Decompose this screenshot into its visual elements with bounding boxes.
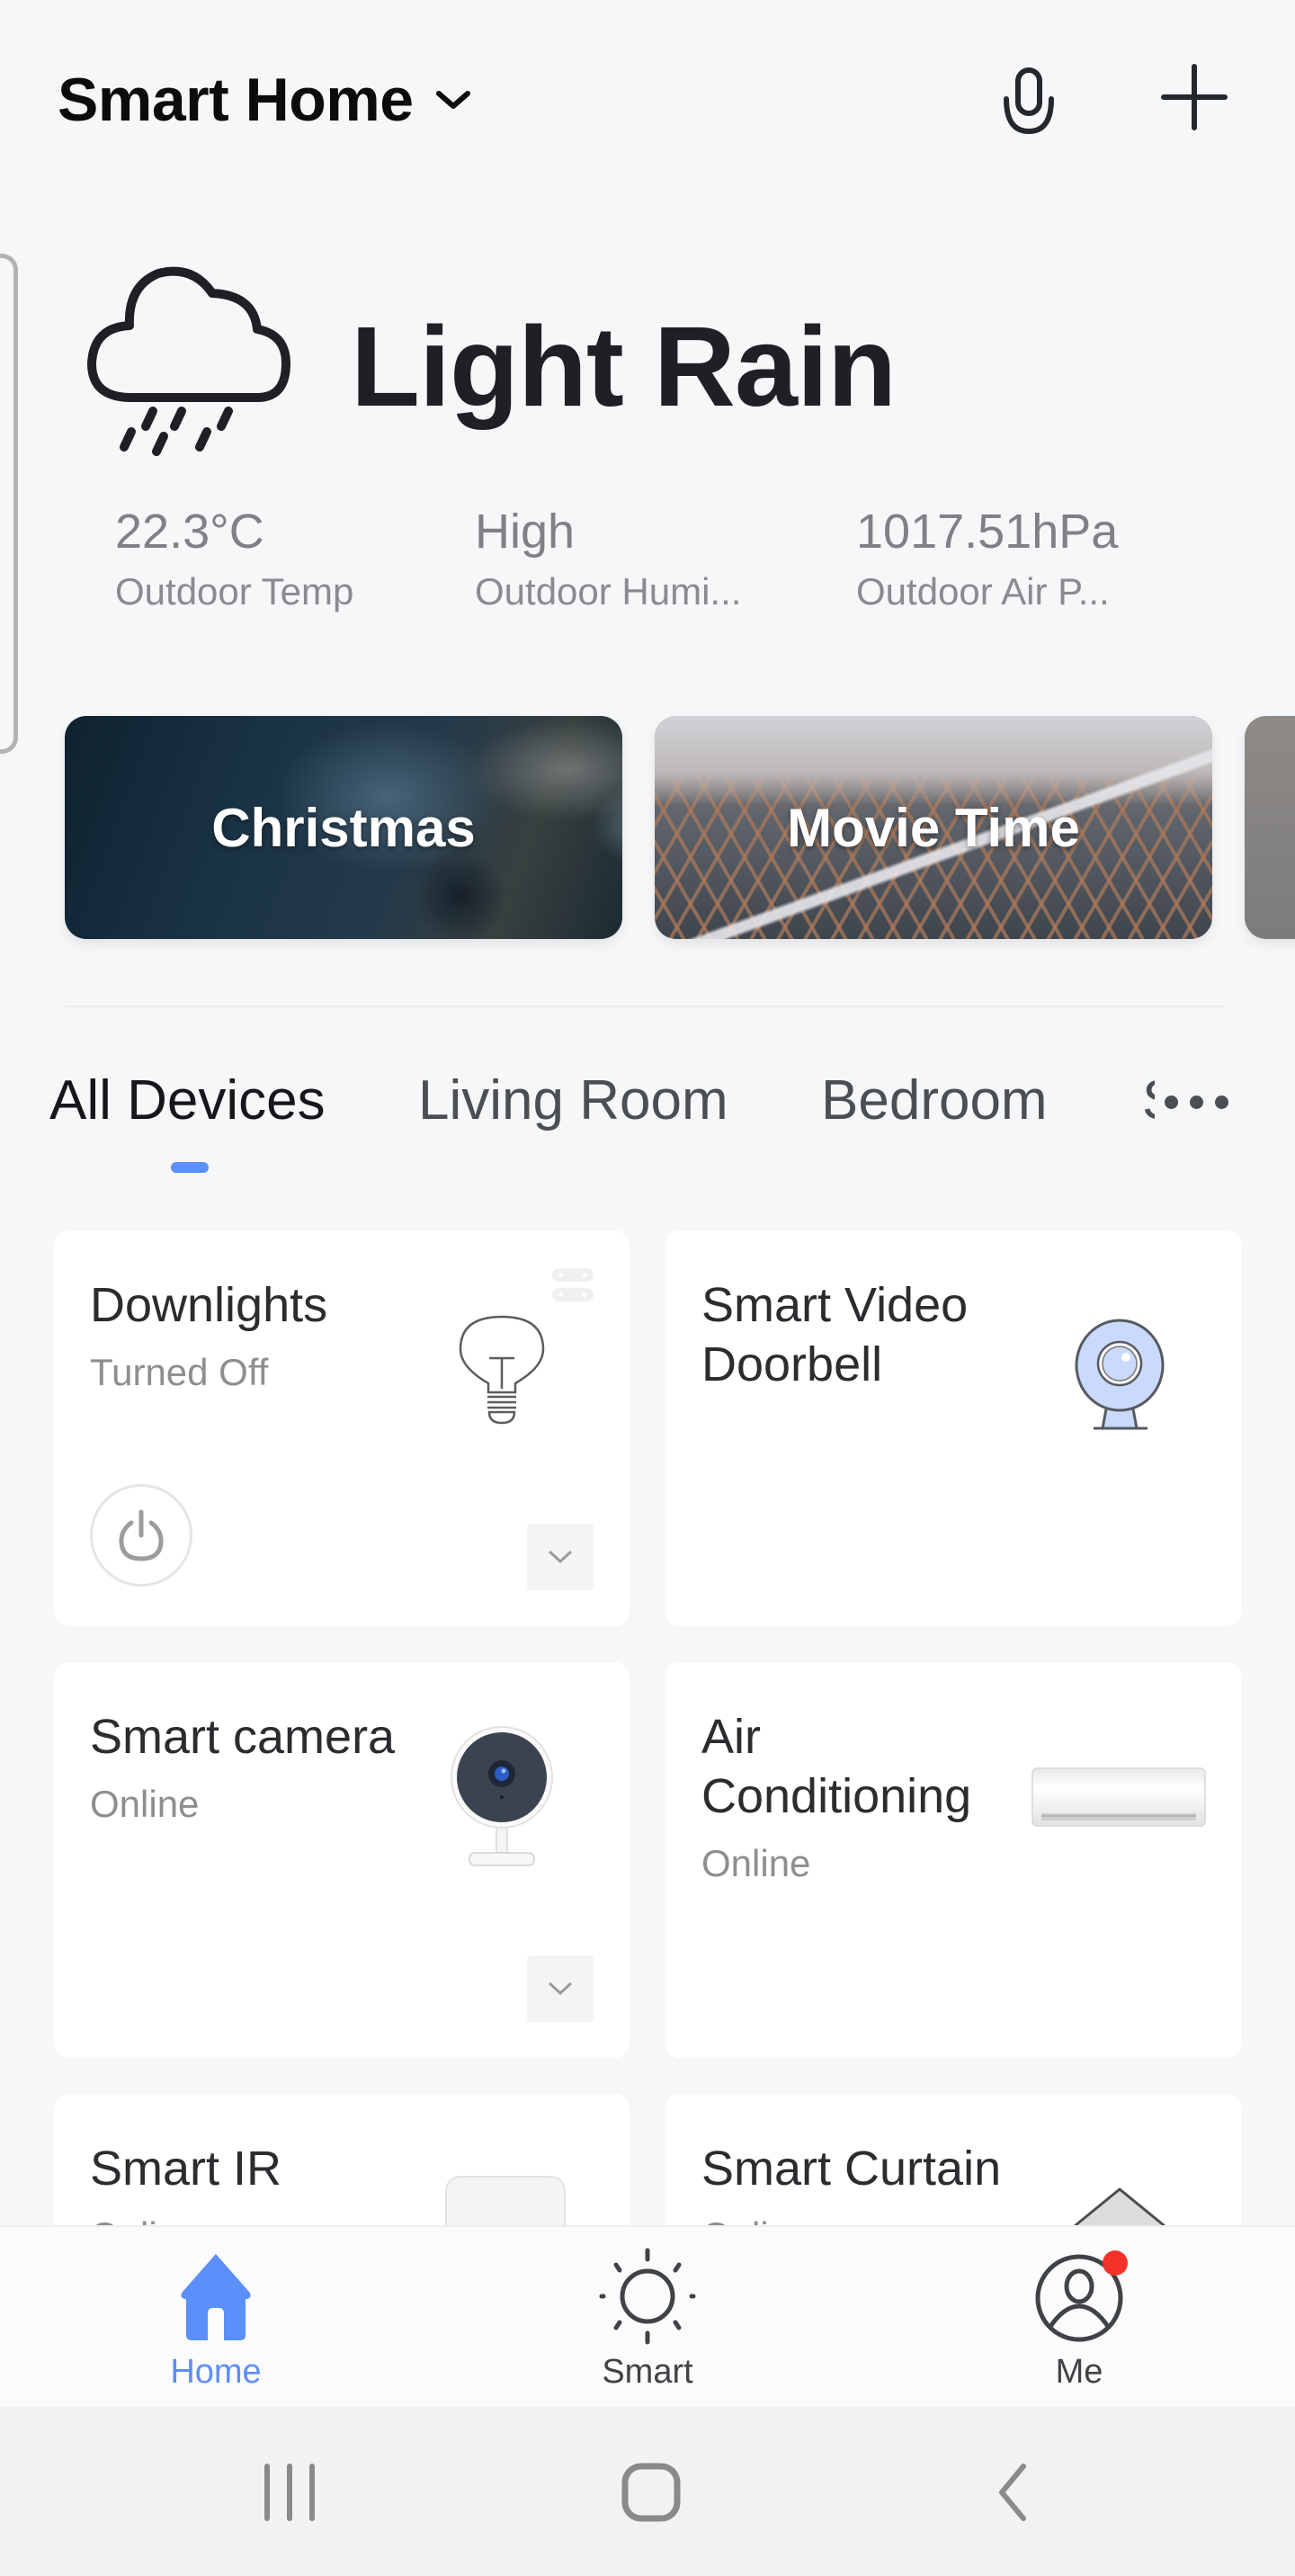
weather-stat-humidity: High Outdoor Humi... bbox=[475, 504, 741, 613]
more-dot bbox=[1214, 1095, 1228, 1109]
add-device-button[interactable] bbox=[1149, 52, 1239, 142]
tab-bedroom[interactable]: Bedroom bbox=[821, 1069, 1048, 1132]
chevron-down-icon bbox=[548, 1550, 573, 1564]
weather-stat-temp: 22.3°C Outdoor Temp bbox=[115, 504, 353, 613]
device-card-smart-camera[interactable]: Smart camera Online bbox=[54, 1662, 630, 2058]
more-rooms-button[interactable] bbox=[1155, 1070, 1237, 1133]
microphone-icon bbox=[1004, 67, 1054, 135]
scene-label: Movie Time bbox=[787, 797, 1080, 858]
active-tab-indicator bbox=[171, 1162, 209, 1173]
stat-value: High bbox=[475, 505, 576, 559]
light-bulb-icon bbox=[459, 1315, 545, 1425]
side-panel-handle[interactable] bbox=[0, 254, 18, 754]
nav-label: Home bbox=[170, 2353, 262, 2391]
tab-partial[interactable]: S bbox=[1142, 1069, 1155, 1131]
air-conditioner-icon bbox=[1032, 1767, 1206, 1827]
device-name: Smart Video Doorbell bbox=[701, 1278, 969, 1391]
tab-living-room[interactable]: Living Room bbox=[418, 1069, 728, 1132]
scene-card-partial[interactable] bbox=[1245, 716, 1295, 939]
power-icon bbox=[119, 1509, 164, 1561]
device-status: Online bbox=[701, 1842, 811, 1884]
bottom-nav: Home Smart Me bbox=[0, 2225, 1295, 2407]
home-icon bbox=[181, 2254, 251, 2340]
home-name: Smart Home bbox=[58, 66, 414, 134]
device-status: Turned Off bbox=[90, 1351, 269, 1393]
stat-value: 1017.51hPa bbox=[856, 505, 1119, 559]
weather-condition: Light Rain bbox=[351, 303, 897, 430]
recent-apps-button[interactable] bbox=[236, 2443, 344, 2542]
expand-button[interactable] bbox=[527, 1955, 594, 2022]
stat-label: Outdoor Temp bbox=[115, 570, 354, 613]
more-dot bbox=[1189, 1095, 1203, 1109]
plus-icon bbox=[1161, 64, 1228, 130]
stat-value: 22.3°C bbox=[115, 505, 264, 559]
back-button[interactable] bbox=[959, 2443, 1067, 2542]
home-selector[interactable]: Smart Home bbox=[58, 65, 473, 135]
chevron-down-icon bbox=[548, 1981, 573, 1996]
system-home-button[interactable] bbox=[597, 2443, 705, 2542]
notification-badge bbox=[1103, 2250, 1128, 2276]
drag-handle-icon[interactable] bbox=[550, 1265, 595, 1304]
webcam-icon bbox=[1075, 1319, 1165, 1430]
device-status: Online bbox=[90, 1783, 200, 1825]
more-horizontal-icon bbox=[1164, 1095, 1178, 1109]
scene-card-movie-time[interactable]: Movie Time bbox=[655, 716, 1212, 939]
device-name: Air Conditioning bbox=[701, 1710, 972, 1823]
recent-apps-icon bbox=[264, 2464, 315, 2521]
device-name: Downlights bbox=[90, 1278, 328, 1332]
voice-button[interactable] bbox=[984, 56, 1074, 146]
nav-label: Me bbox=[1055, 2353, 1103, 2391]
user-icon bbox=[1035, 2250, 1128, 2342]
sun-icon bbox=[599, 2248, 696, 2345]
nav-smart[interactable]: Smart bbox=[513, 2227, 782, 2409]
weather-stat-pressure: 1017.51hPa Outdoor Air P... bbox=[856, 504, 1118, 613]
nav-home[interactable]: Home bbox=[81, 2227, 351, 2409]
nav-label: Smart bbox=[602, 2353, 693, 2391]
cloud-rain-icon bbox=[87, 266, 290, 456]
device-name: Smart camera bbox=[90, 1710, 396, 1764]
device-name: Smart Curtain bbox=[701, 2142, 1002, 2196]
stat-label: Outdoor Humi... bbox=[475, 570, 742, 613]
room-tabs: All Devices Living Room Bedroom bbox=[0, 1061, 1295, 1142]
tab-all-devices[interactable]: All Devices bbox=[49, 1069, 326, 1132]
stat-label: Outdoor Air P... bbox=[856, 570, 1110, 613]
expand-button[interactable] bbox=[527, 1524, 594, 1590]
security-camera-icon bbox=[451, 1726, 553, 1866]
back-icon bbox=[999, 2464, 1026, 2521]
scene-card-christmas[interactable]: Christmas bbox=[65, 716, 622, 939]
scene-label: Christmas bbox=[211, 797, 476, 858]
device-card-smart-video-doorbell[interactable]: Smart Video Doorbell bbox=[665, 1230, 1241, 1626]
section-divider bbox=[65, 1006, 1225, 1007]
chevron-down-icon bbox=[435, 91, 470, 109]
power-button[interactable] bbox=[90, 1484, 192, 1587]
home-button-icon bbox=[621, 2463, 681, 2522]
device-card-air-conditioning[interactable]: Air Conditioning Online bbox=[665, 1662, 1241, 2058]
device-card-downlights[interactable]: Downlights Turned Off bbox=[54, 1230, 630, 1626]
system-nav-bar bbox=[0, 2407, 1295, 2576]
nav-me[interactable]: Me bbox=[944, 2227, 1214, 2409]
device-name: Smart IR bbox=[90, 2142, 282, 2196]
